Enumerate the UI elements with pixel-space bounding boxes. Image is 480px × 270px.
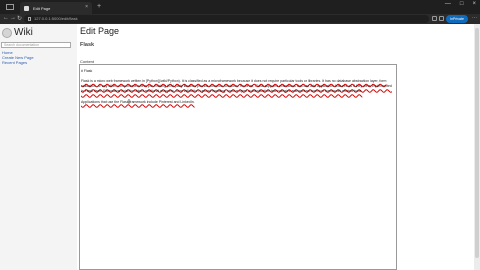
sidebar-link-recent[interactable]: Recent Pages	[2, 60, 27, 65]
tab-actions-icon[interactable]	[6, 4, 14, 10]
page-title: Edit Page	[80, 26, 120, 36]
tab-edit-page[interactable]: Edit Page ×	[20, 2, 92, 14]
star-icon[interactable]	[432, 16, 437, 21]
page-content: Wiki Search documentation Home Create Ne…	[0, 24, 474, 270]
forward-button[interactable]: →	[10, 15, 16, 21]
browser-toolbar: ← → ↻ 127.0.0.1:5000/edit/flask InPrivat…	[0, 14, 480, 24]
maximize-button[interactable]: □	[460, 1, 464, 7]
close-window-button[interactable]: ×	[472, 1, 476, 7]
tab-title: Edit Page	[33, 5, 51, 11]
new-tab-button[interactable]: +	[97, 3, 101, 10]
tab-bar: Edit Page × + — □ ×	[0, 0, 480, 14]
scrollbar-thumb[interactable]	[475, 28, 479, 258]
window-controls: — □ ×	[445, 1, 476, 7]
edit-main: Edit Page Flask Content # Flask Flask is…	[79, 24, 474, 270]
address-bar[interactable]: 127.0.0.1:5000/edit/flask	[24, 15, 429, 23]
text-cursor-icon: I	[128, 99, 130, 106]
lock-icon	[28, 17, 31, 21]
refresh-button[interactable]: ↻	[17, 15, 22, 22]
minimize-button[interactable]: —	[445, 1, 451, 7]
content-textarea[interactable]: # Flask Flask is a micro web framework w…	[79, 64, 397, 270]
wiki-logo-text[interactable]: Wiki	[14, 27, 33, 38]
profile-button[interactable]: InPrivate	[446, 15, 468, 23]
settings-menu-button[interactable]: ···	[472, 15, 477, 21]
browser-window: Edit Page × + — □ × ← → ↻ 127.0.0.1:5000…	[0, 0, 480, 270]
wiki-logo-icon	[2, 28, 12, 38]
search-input[interactable]: Search documentation	[1, 42, 71, 48]
address-text: 127.0.0.1:5000/edit/flask	[34, 16, 78, 21]
page-scrollbar[interactable]	[474, 24, 480, 270]
back-button[interactable]: ←	[3, 15, 9, 21]
tab-close-icon[interactable]: ×	[85, 4, 88, 10]
page-name-heading: Flask	[80, 42, 95, 48]
extensions-icon[interactable]	[439, 16, 444, 21]
favicon-icon	[24, 5, 29, 11]
wiki-sidebar: Wiki Search documentation Home Create Ne…	[0, 24, 77, 270]
content-paragraph-1: Flask is a micro web framework written i…	[81, 79, 392, 94]
